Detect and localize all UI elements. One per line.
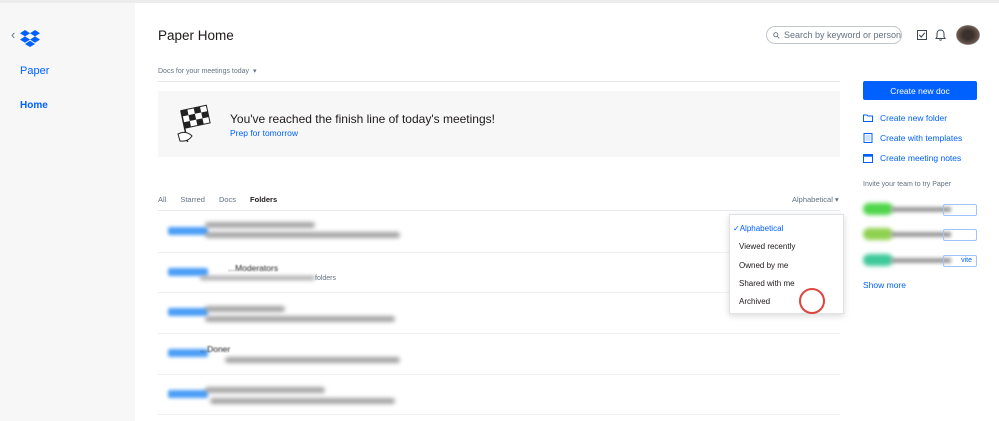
row-subtitle: folders — [315, 275, 337, 282]
invite-email-redacted — [891, 207, 951, 212]
divider — [158, 374, 840, 375]
row-title-redacted — [205, 222, 315, 228]
show-more-link[interactable]: Show more — [863, 280, 906, 290]
row-subtitle-redacted — [225, 357, 400, 363]
invite-avatar — [863, 228, 893, 240]
sort-menu: ✓Alphabetical Viewed recently Owned by m… — [729, 214, 844, 314]
avatar[interactable] — [956, 25, 980, 45]
invite-row — [863, 201, 978, 217]
row-subtitle-redacted — [200, 276, 315, 280]
create-new-folder-link[interactable]: Create new folder — [863, 113, 947, 123]
folder-icon — [863, 114, 873, 122]
bell-icon[interactable] — [935, 29, 946, 41]
meetings-filter-label: Docs for your meetings today — [158, 68, 250, 75]
action-label: Create meeting notes — [880, 153, 962, 163]
prep-for-tomorrow-link[interactable]: Prep for tomorrow — [230, 128, 298, 138]
sidebar-item-paper[interactable]: Paper — [20, 65, 49, 77]
tab-docs[interactable]: Docs — [219, 195, 236, 204]
calendar-icon — [863, 154, 873, 163]
sort-dropdown[interactable]: Alphabetical ▾ — [792, 195, 839, 204]
row-title-redacted — [205, 306, 285, 312]
folder-icon — [168, 227, 208, 235]
invite-avatar — [863, 254, 893, 266]
invite-row — [863, 226, 978, 242]
sort-option-viewed-recently[interactable]: Viewed recently — [739, 242, 795, 251]
sort-option-owned-by-me[interactable]: Owned by me — [739, 261, 788, 270]
sort-option-shared-with-me[interactable]: Shared with me — [739, 279, 795, 288]
invite-avatar — [863, 203, 893, 215]
row-title: ...Doner — [200, 344, 231, 354]
top-border — [0, 0, 999, 3]
collapse-chevron-icon[interactable]: ‹ — [11, 27, 15, 42]
divider — [158, 414, 840, 415]
folder-icon — [168, 268, 208, 276]
tab-folders[interactable]: Folders — [250, 195, 277, 204]
folder-icon — [168, 308, 208, 316]
sidebar: ‹ Paper Home — [0, 3, 135, 421]
search-input[interactable]: Search by keyword or person — [766, 26, 902, 44]
action-label: Create new folder — [880, 113, 948, 123]
row-title-redacted — [205, 387, 325, 393]
checkbox-icon[interactable] — [917, 30, 927, 40]
banner-title: You've reached the finish line of today'… — [230, 112, 495, 126]
sort-dropdown-label: Alphabetical — [792, 195, 833, 204]
meetings-filter-dropdown[interactable]: Docs for your meetings today ▾ — [158, 67, 257, 75]
sort-option-alphabetical[interactable]: ✓Alphabetical — [733, 224, 783, 233]
meetings-banner: You've reached the finish line of today'… — [158, 91, 840, 157]
create-with-templates-link[interactable]: Create with templates — [863, 133, 962, 143]
divider — [158, 333, 840, 334]
invite-email-redacted — [891, 232, 951, 237]
template-icon — [863, 133, 873, 143]
invite-button[interactable] — [943, 204, 977, 216]
chevron-down-icon: ▾ — [253, 68, 257, 75]
folder-icon — [168, 390, 208, 398]
invite-row: vite — [863, 252, 978, 268]
dropbox-logo-icon[interactable] — [20, 30, 40, 47]
create-new-doc-button[interactable]: Create new doc — [863, 81, 977, 100]
create-meeting-notes-link[interactable]: Create meeting notes — [863, 153, 961, 163]
row-title: ...Moderators — [228, 263, 279, 273]
sort-option-label: Alphabetical — [739, 224, 784, 233]
chevron-down-icon: ▾ — [834, 195, 839, 204]
invite-button[interactable] — [943, 229, 977, 241]
tab-starred[interactable]: Starred — [180, 195, 205, 204]
search-icon — [773, 31, 780, 39]
row-subtitle-redacted — [210, 398, 395, 404]
content-tabs: All Starred Docs Folders — [158, 195, 291, 204]
search-placeholder: Search by keyword or person — [783, 30, 901, 40]
divider — [158, 81, 840, 82]
action-label: Create with templates — [880, 133, 963, 143]
tab-all[interactable]: All — [158, 195, 166, 204]
invite-email-redacted — [891, 258, 951, 263]
checkered-flag-icon — [177, 104, 211, 143]
row-subtitle-redacted — [205, 232, 400, 238]
row-subtitle-redacted — [205, 316, 395, 322]
click-indicator — [799, 288, 825, 314]
invite-label: Invite your team to try Paper — [863, 181, 951, 188]
divider — [158, 210, 840, 211]
sidebar-item-home[interactable]: Home — [20, 100, 48, 111]
invite-button[interactable]: vite — [943, 255, 977, 267]
sort-option-archived[interactable]: Archived — [739, 297, 770, 306]
page-title: Paper Home — [158, 28, 234, 43]
checkmark-icon: ✓ — [733, 224, 740, 233]
